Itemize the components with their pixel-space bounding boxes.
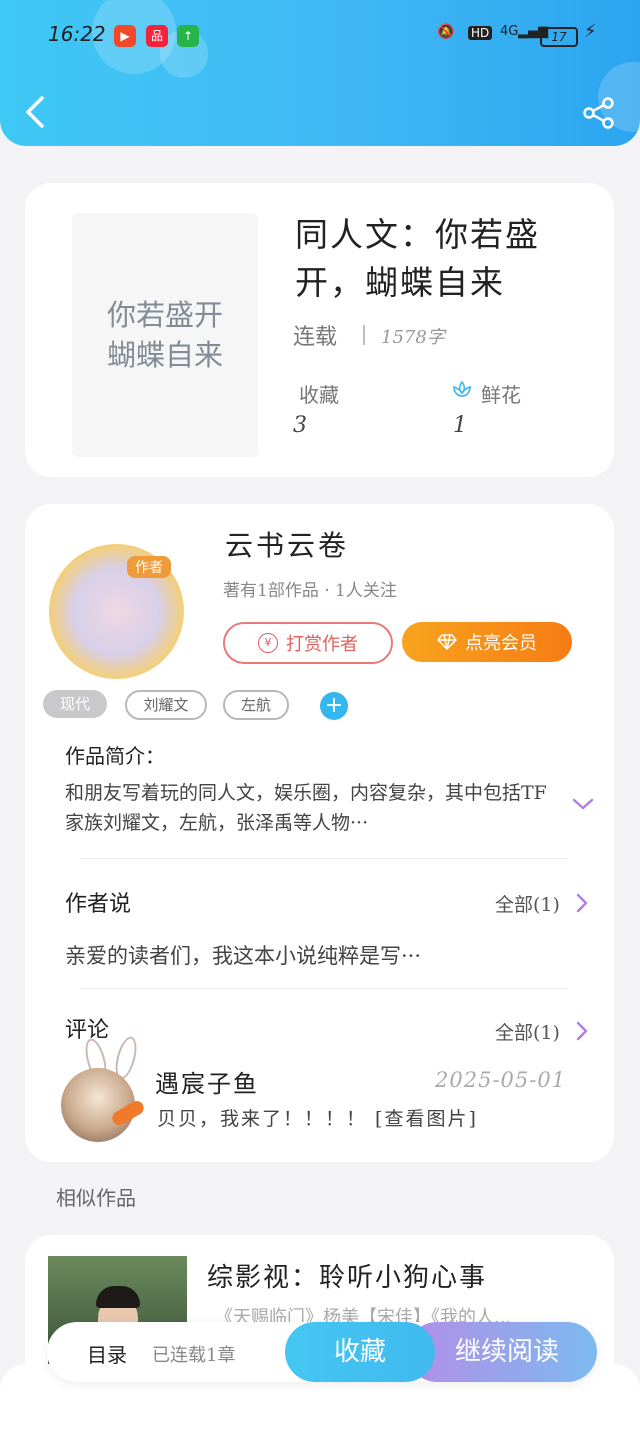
- hd-icon: HD: [468, 26, 493, 40]
- bottom-action-bar: 目录 已连载1章 继续阅读 收藏: [47, 1322, 597, 1382]
- author-say-heading: 作者说: [65, 892, 132, 917]
- chevron-right-icon[interactable]: [575, 1020, 589, 1042]
- upload-app-icon: ↑: [177, 25, 199, 47]
- divider: [80, 988, 568, 989]
- battery-indicator: 17: [540, 27, 578, 47]
- intro-text: 和朋友写着玩的同人文，娱乐圈，内容复杂，其中包括TF家族刘耀文，左航，张泽禹等人…: [65, 782, 547, 834]
- author-say-all-link[interactable]: 全部(1): [495, 890, 560, 917]
- status-bar: 16:22 ▶ 品 ↑ 🔕 HD 4G ▂▄▆ 17 ⚡: [0, 18, 640, 54]
- back-arrow-icon[interactable]: [22, 94, 48, 130]
- author-meta: 著有1部作品 · 1人关注: [223, 581, 397, 601]
- collect-button[interactable]: 收藏: [285, 1322, 435, 1382]
- divider: [363, 325, 365, 345]
- similar-book-title: 综影视：聆听小狗心事: [207, 1263, 488, 1293]
- commenter-name: 遇宸子鱼: [155, 1070, 259, 1098]
- comment-text[interactable]: 贝贝，我来了！！！！ [查看图片]: [157, 1104, 478, 1131]
- favorites-label: 收藏: [299, 383, 339, 407]
- shopping-app-icon: 品: [146, 25, 168, 47]
- vip-button[interactable]: 点亮会员: [402, 622, 572, 662]
- author-avatar[interactable]: 作者: [49, 544, 184, 679]
- tag-chip[interactable]: 刘耀文: [125, 690, 207, 720]
- share-icon[interactable]: [582, 96, 616, 130]
- commenter-avatar[interactable]: [61, 1068, 135, 1142]
- continue-reading-button[interactable]: 继续阅读: [407, 1322, 597, 1382]
- status-time: 16:22: [48, 22, 106, 46]
- flower-icon: [453, 380, 471, 397]
- comment-date: 2025-05-01: [435, 1068, 567, 1092]
- author-details-card: 作者 云书云卷 著有1部作品 · 1人关注 ¥ 打赏作者 点亮会员 现代 刘耀文…: [25, 504, 614, 1162]
- chevron-right-icon[interactable]: [575, 892, 589, 914]
- author-say-text[interactable]: 亲爱的读者们，我这本小说纯粹是写···: [65, 940, 421, 970]
- author-avatar-tag: 作者: [127, 556, 171, 578]
- favorites-count: 3: [293, 413, 307, 438]
- divider: [80, 858, 568, 859]
- cover-figure: [96, 1286, 140, 1308]
- video-app-icon: ▶: [114, 25, 136, 47]
- expand-chevron-icon[interactable]: [571, 796, 595, 812]
- toc-button[interactable]: 目录: [87, 1339, 127, 1368]
- flowers-label: 鲜花: [481, 383, 521, 407]
- tag-chip[interactable]: 左航: [223, 690, 289, 720]
- add-tag-button[interactable]: +: [320, 692, 348, 720]
- tip-author-label: 打赏作者: [286, 634, 358, 655]
- author-name[interactable]: 云书云卷: [225, 524, 349, 564]
- diamond-icon: [437, 634, 457, 650]
- vip-label: 点亮会员: [465, 633, 537, 654]
- yen-coin-icon: ¥: [258, 633, 278, 653]
- similar-heading: 相似作品: [56, 1186, 136, 1210]
- tag-chip[interactable]: 现代: [43, 690, 107, 718]
- header-bar: 16:22 ▶ 品 ↑ 🔕 HD 4G ▂▄▆ 17 ⚡: [0, 0, 640, 146]
- book-cover[interactable]: 你若盛开 蝴蝶自来: [72, 213, 258, 457]
- intro-heading: 作品简介：: [65, 744, 165, 768]
- signal-4g-icon: 4G: [500, 24, 519, 39]
- flowers-count: 1: [453, 413, 467, 438]
- word-count: 1578字: [381, 327, 445, 348]
- charging-icon: ⚡: [584, 21, 597, 42]
- comments-all-link[interactable]: 全部(1): [495, 1018, 560, 1045]
- mute-icon: 🔕: [437, 24, 455, 40]
- book-title: 同人文：你若盛开，蝴蝶自来: [295, 215, 540, 302]
- tip-author-button[interactable]: ¥ 打赏作者: [223, 622, 393, 664]
- chapter-count: 已连载1章: [152, 1345, 236, 1366]
- serial-status: 连载: [293, 325, 338, 350]
- book-info-card: 你若盛开 蝴蝶自来 同人文：你若盛开，蝴蝶自来 连载 1578字 收藏 3 鲜花…: [25, 183, 614, 477]
- cover-text: 你若盛开 蝴蝶自来: [106, 298, 223, 372]
